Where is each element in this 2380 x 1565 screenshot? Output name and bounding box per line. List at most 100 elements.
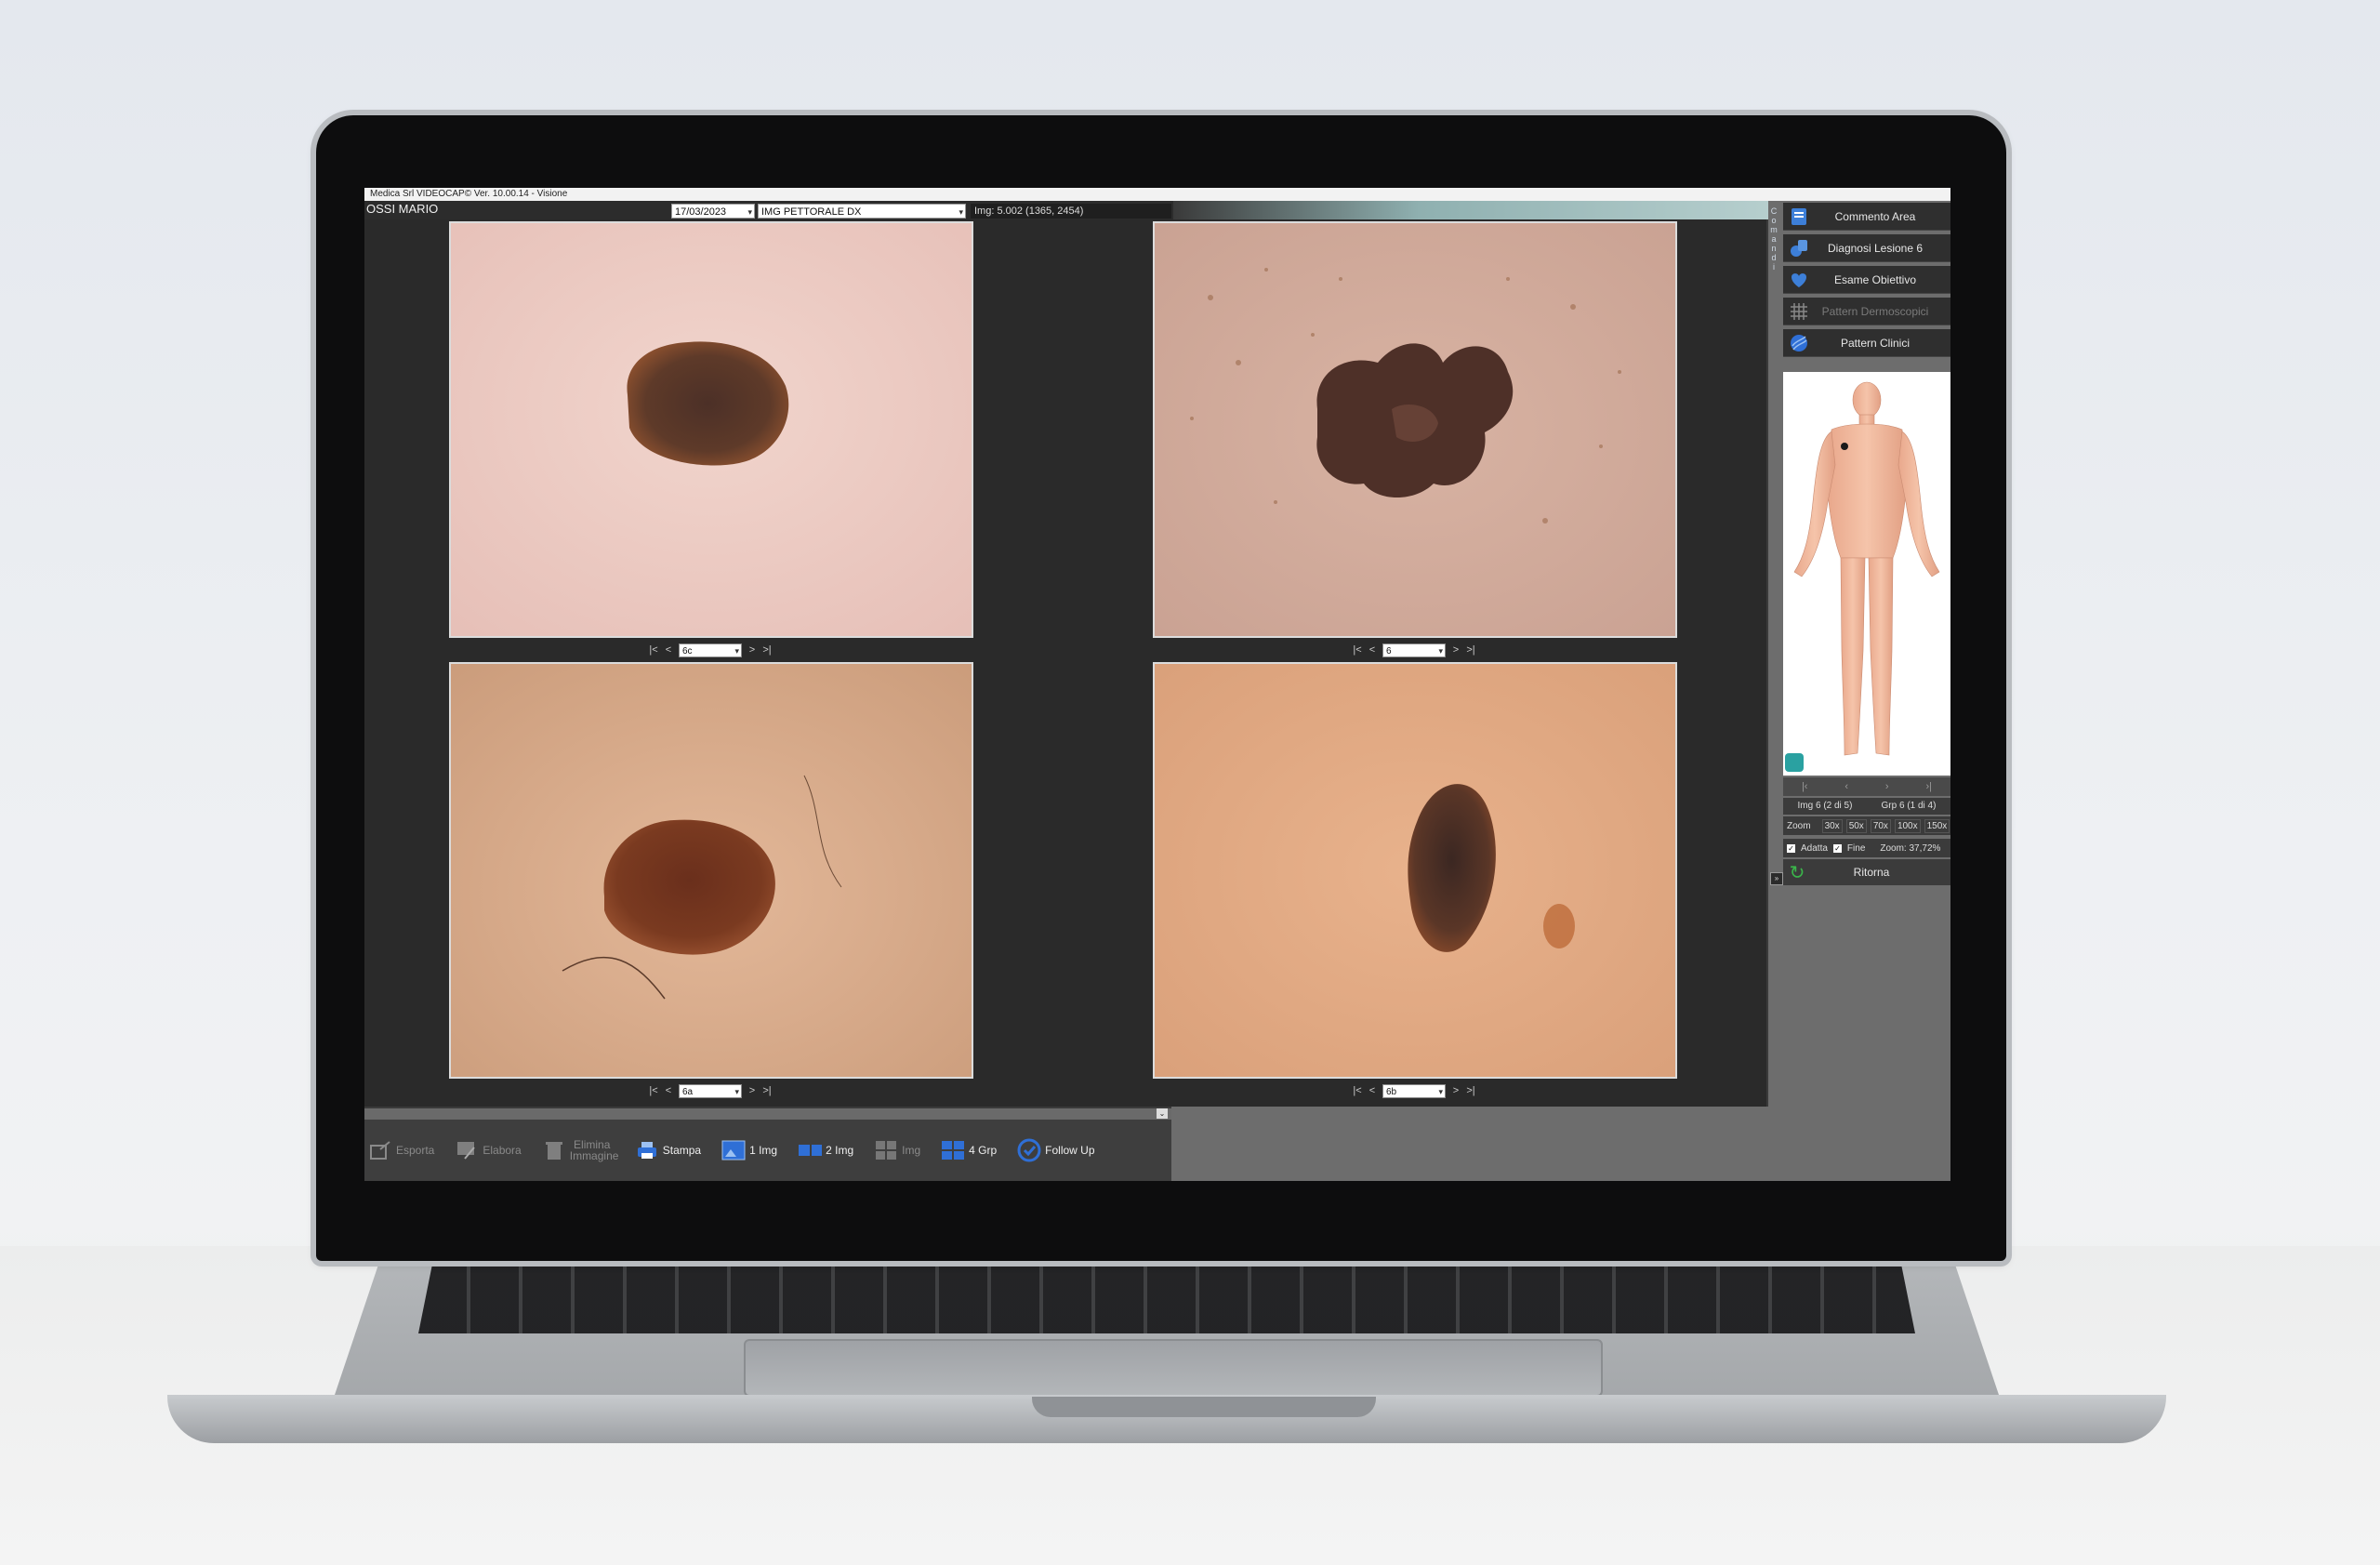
vertical-label-letter: o <box>1771 216 1777 225</box>
cmd-commento-area[interactable]: Commento Area <box>1783 203 1950 231</box>
img-counter: Img 6 (2 di 5) <box>1797 801 1853 811</box>
image-select[interactable]: 6b ▾ <box>1382 1083 1446 1098</box>
image-select[interactable]: 6a ▾ <box>679 1083 742 1098</box>
zoom-70x-button[interactable]: 70x <box>1870 818 1891 833</box>
follow-up-icon <box>1017 1138 1041 1162</box>
comment-icon <box>1787 206 1811 228</box>
four-group-button[interactable]: 4 Grp <box>941 1139 997 1161</box>
next-icon[interactable]: › <box>1885 781 1889 792</box>
first-image-button[interactable]: |< <box>649 1085 658 1096</box>
date-value: 17/03/2023 <box>675 206 727 218</box>
prev-icon[interactable]: ‹ <box>1844 781 1848 792</box>
last-image-button[interactable]: >| <box>1466 644 1475 656</box>
tool-label: Follow Up <box>1045 1144 1095 1157</box>
image-panel-bottom-left[interactable] <box>449 662 973 1079</box>
zoom-label: Zoom <box>1787 820 1811 831</box>
follow-up-button[interactable]: Follow Up <box>1017 1138 1095 1162</box>
two-image-button[interactable]: 2 Img <box>798 1139 853 1161</box>
grid-icon <box>1787 300 1811 323</box>
zoom-50x-button[interactable]: 50x <box>1845 818 1867 833</box>
lesion-image-6 <box>1155 223 1675 636</box>
lesion-image-6b <box>1155 664 1675 1077</box>
image-panel-top-left[interactable] <box>449 221 973 638</box>
body-map-tool-icon[interactable] <box>1785 753 1804 772</box>
patient-name: OSSI MARIO <box>366 202 439 216</box>
panel-nav-bottom-left: |< < 6a ▾ > >| <box>649 1082 772 1099</box>
tool-label: Elimina Immagine <box>569 1138 619 1162</box>
expand-button[interactable]: » <box>1770 872 1783 885</box>
trackpad <box>744 1339 1603 1397</box>
first-image-button[interactable]: |< <box>649 644 658 656</box>
counters-row: Img 6 (2 di 5) Grp 6 (1 di 4) <box>1783 798 1950 815</box>
cmd-pattern-clinici[interactable]: Pattern Clinici <box>1783 329 1950 357</box>
image-panel-bottom-right[interactable] <box>1153 662 1677 1079</box>
image-info: Img: 5.002 (1365, 2454) <box>971 204 1171 219</box>
cmd-label: Pattern Clinici <box>1840 336 1911 350</box>
one-image-button[interactable]: 1 Img <box>721 1139 777 1161</box>
next-image-button[interactable]: > <box>747 644 757 656</box>
zoom-100x-button[interactable]: 100x <box>1894 818 1921 833</box>
cmd-esame-obiettivo[interactable]: Esame Obiettivo <box>1783 266 1950 294</box>
next-image-button[interactable]: > <box>1451 1085 1461 1096</box>
elabora-button[interactable]: Elabora <box>455 1139 522 1161</box>
image-panel-top-right[interactable] <box>1153 221 1677 638</box>
last-icon[interactable]: ›| <box>1925 781 1932 792</box>
vertical-label-letter: n <box>1771 244 1777 253</box>
image-select[interactable]: 6c ▾ <box>679 643 742 657</box>
adatta-checkbox[interactable]: ✓ <box>1787 843 1795 853</box>
tool-label: Esporta <box>396 1144 435 1157</box>
date-dropdown[interactable]: 17/03/2023 ▾ <box>671 204 755 219</box>
first-image-button[interactable]: |< <box>1353 1085 1362 1096</box>
prev-image-button[interactable]: < <box>1368 1085 1377 1096</box>
process-icon <box>455 1139 479 1161</box>
prev-image-button[interactable]: < <box>1368 644 1377 656</box>
ritorna-button[interactable]: ↻ Ritorna <box>1783 859 1950 885</box>
grp-counter: Grp 6 (1 di 4) <box>1881 801 1937 811</box>
commands-vertical-label: Comandi <box>1768 206 1779 272</box>
print-icon <box>635 1139 659 1161</box>
last-image-button[interactable]: >| <box>1466 1085 1475 1096</box>
last-image-button[interactable]: >| <box>762 644 772 656</box>
zoom-30x-button[interactable]: 30x <box>1821 818 1843 833</box>
elimina-immagine-button[interactable]: Elimina Immagine <box>542 1138 619 1162</box>
image-group-dropdown[interactable]: IMG PETTORALE DX ▾ <box>758 204 966 219</box>
trash-icon <box>542 1139 566 1161</box>
next-image-button[interactable]: > <box>747 1085 757 1096</box>
prev-image-button[interactable]: < <box>664 1085 673 1096</box>
export-icon <box>368 1139 392 1161</box>
cmd-pattern-dermoscopici[interactable]: Pattern Dermoscopici <box>1783 298 1950 325</box>
tool-label: 4 Grp <box>969 1144 998 1157</box>
next-image-button[interactable]: > <box>1451 644 1461 656</box>
vertical-label-letter: m <box>1770 225 1778 234</box>
zoom-150x-button[interactable]: 150x <box>1924 818 1950 833</box>
stampa-button[interactable]: Stampa <box>635 1139 701 1161</box>
panel-nav-top-left: |< < 6c ▾ > >| <box>649 642 772 658</box>
first-image-button[interactable]: |< <box>1353 644 1362 656</box>
cmd-label: Esame Obiettivo <box>1833 272 1917 286</box>
body-map[interactable] <box>1783 372 1950 776</box>
laptop-lid: Medica Srl VIDEOCAP© Ver. 10.00.14 - Vis… <box>316 115 2006 1261</box>
cmd-label: Pattern Dermoscopici <box>1821 304 1929 318</box>
prev-image-button[interactable]: < <box>664 644 673 656</box>
image-viewer: |< < 6c ▾ > >| |< < 6 ▾ > >| |< < 6a ▾ >… <box>364 219 1766 1107</box>
fine-label: Fine <box>1846 842 1866 854</box>
export-button[interactable]: Esporta <box>368 1139 434 1161</box>
cmd-label: Commento Area <box>1834 209 1916 223</box>
window-title: Medica Srl VIDEOCAP© Ver. 10.00.14 - Vis… <box>364 188 1950 201</box>
toolbar-right-area <box>1171 1107 1950 1181</box>
panel-nav-top-right: |< < 6 ▾ > >| <box>1353 642 1475 658</box>
fine-checkbox[interactable]: ✓ <box>1832 843 1842 853</box>
image-select-value: 6c <box>682 645 693 657</box>
chevron-down-icon: ▾ <box>747 207 752 217</box>
cmd-diagnosi-lesione[interactable]: Diagnosi Lesione 6 <box>1783 234 1950 262</box>
last-image-button[interactable]: >| <box>762 1085 772 1096</box>
bottom-toolbar: Esporta Elabora Elimina Immagine Stampa … <box>364 1120 1171 1181</box>
diagnosis-icon <box>1787 237 1811 259</box>
collapse-icon[interactable]: ⌄ <box>1157 1108 1168 1119</box>
image-select[interactable]: 6 ▾ <box>1382 643 1446 657</box>
body-figure <box>1793 381 1940 756</box>
chevron-down-icon: ▾ <box>734 645 739 656</box>
multi-image-button[interactable]: Img <box>874 1139 920 1161</box>
first-icon[interactable]: |‹ <box>1802 781 1808 792</box>
tool-label: Elabora <box>483 1144 522 1157</box>
